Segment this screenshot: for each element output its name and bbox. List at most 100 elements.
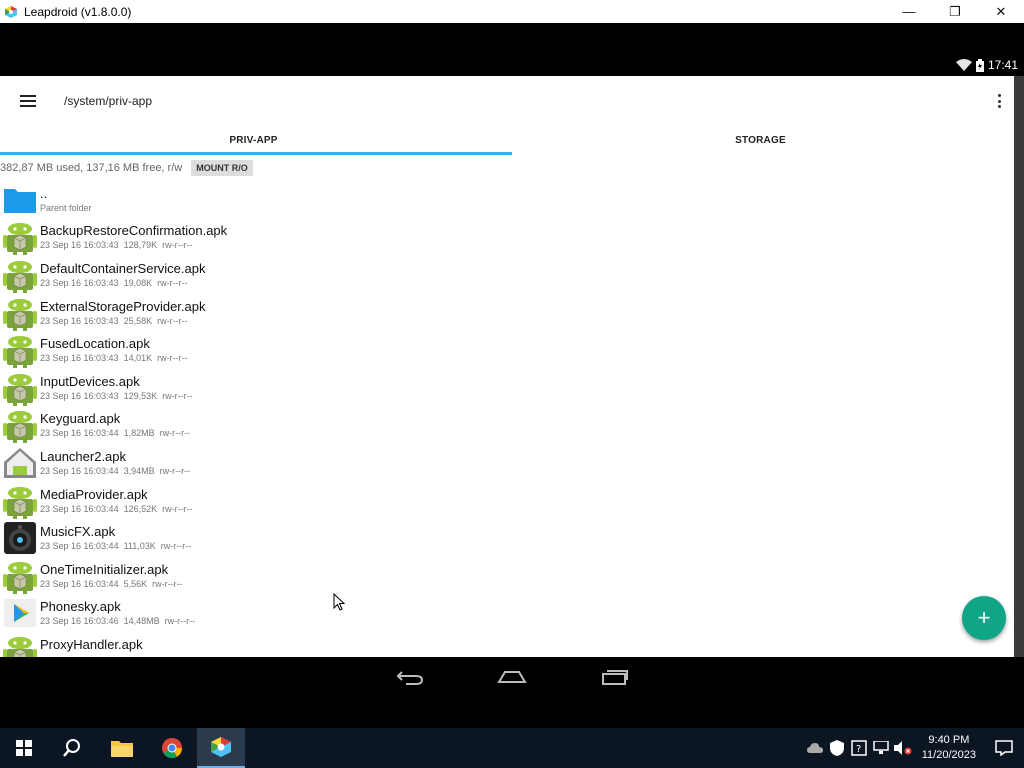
taskbar-clock[interactable]: 9:40 PM 11/20/2023	[922, 733, 976, 763]
file-list-item[interactable]: Launcher2.apk 23 Sep 16 16:03:44 3,94MB rw-…	[0, 444, 1014, 482]
shield-icon[interactable]	[826, 728, 848, 768]
file-date: 23 Sep 16 16:03:44	[40, 503, 119, 514]
file-date: 23 Sep 16 16:03:44	[40, 465, 119, 476]
search-button[interactable]	[48, 728, 96, 768]
file-perms: rw-r--r--	[159, 428, 191, 439]
file-name: MusicFX.apk	[40, 524, 116, 540]
file-perms: rw-r--r--	[162, 240, 193, 251]
speaker-icon	[2, 520, 38, 556]
file-list-item[interactable]: MusicFX.apk 23 Sep 16 16:03:44 111,03K rw-r…	[0, 519, 1014, 557]
back-icon	[396, 671, 424, 685]
parent-folder-item[interactable]: .. Parent folder	[0, 181, 1014, 219]
notifications-button[interactable]	[984, 728, 1024, 768]
file-date: 23 Sep 16 16:03:46	[40, 616, 119, 627]
onedrive-icon[interactable]	[804, 728, 826, 768]
file-text: OneTimeInitializer.apk 23 Sep 16 16:03:44…	[40, 562, 188, 590]
file-text: MusicFX.apk 23 Sep 16 16:03:44 111,03K rw-r…	[40, 524, 196, 552]
file-meta: 23 Sep 16 16:03:46 14,48MB rw-r--r--	[40, 615, 200, 627]
notification-icon	[995, 740, 1013, 756]
file-meta: 23 Sep 16 16:03:44 5,56K rw-r--r--	[40, 578, 188, 590]
file-list-item[interactable]: ExternalStorageProvider.apk 23 Sep 16 16:…	[0, 294, 1014, 332]
file-name: InputDevices.apk	[40, 373, 140, 389]
hamburger-menu-button[interactable]	[0, 76, 56, 126]
file-size: 19,08K	[123, 277, 153, 288]
file-list-item[interactable]: FusedLocation.apk 23 Sep 16 16:03:43 14,01…	[0, 331, 1014, 369]
taskbar-date: 11/20/2023	[921, 749, 976, 761]
launcher-home-icon	[2, 445, 38, 481]
file-perms: rw-r--r--	[152, 578, 183, 589]
leapdroid-logo-icon	[5, 5, 17, 18]
chrome-taskbar-button[interactable]	[148, 728, 196, 768]
file-date: Parent folder	[40, 202, 92, 213]
home-icon	[497, 671, 527, 683]
android-apk-icon	[2, 558, 38, 594]
window-side-strip	[1014, 76, 1024, 673]
file-perms: rw-r--r--	[157, 353, 188, 364]
android-apk-icon	[2, 257, 38, 293]
file-name: Keyguard.apk	[40, 411, 121, 427]
windows-logo-icon	[16, 740, 32, 756]
mount-ro-button[interactable]: MOUNT R/O	[191, 160, 253, 176]
file-size: 129,53K	[123, 390, 158, 401]
file-name: FusedLocation.apk	[40, 336, 150, 352]
home-button[interactable]	[492, 667, 532, 687]
file-name: ProxyHandler.apk	[40, 636, 143, 652]
minimize-button[interactable]: —	[886, 0, 932, 23]
window-titlebar: Leapdroid (v1.8.0.0) — ❐ ✕	[0, 0, 1024, 23]
file-list-item[interactable]: BackupRestoreConfirmation.apk 23 Sep 16 1…	[0, 219, 1014, 257]
file-meta: 23 Sep 16 16:03:43 14,01K rw-r--r--	[40, 352, 193, 364]
file-size: 14,01K	[123, 353, 153, 364]
wifi-icon	[955, 59, 972, 71]
file-text: Phonesky.apk 23 Sep 16 16:03:46 14,48MB rw-…	[40, 599, 200, 627]
add-fab-button[interactable]: +	[962, 596, 1006, 640]
recents-icon	[602, 670, 628, 685]
file-list-item[interactable]: DefaultContainerService.apk 23 Sep 16 16:…	[0, 256, 1014, 294]
tab-storage[interactable]: STORAGE	[507, 126, 1014, 155]
restore-button[interactable]: ❐	[932, 0, 978, 23]
android-nav-bar	[0, 657, 1024, 728]
search-icon	[63, 739, 80, 757]
start-button[interactable]	[0, 728, 48, 768]
file-perms: rw-r--r--	[162, 503, 193, 514]
tab-priv-app[interactable]: PRIV-APP	[0, 126, 507, 155]
back-button[interactable]	[390, 667, 430, 687]
leapdroid-taskbar-button[interactable]	[197, 728, 245, 768]
file-text: InputDevices.apk 23 Sep 16 16:03:43 129,53…	[40, 374, 198, 402]
file-explorer-taskbar-button[interactable]	[98, 728, 146, 768]
android-apk-icon	[2, 332, 38, 369]
file-list-item[interactable]: ProxyHandler.apk	[0, 632, 1014, 657]
system-tray: ? 9:40 PM 11/20/2023	[804, 728, 1024, 768]
file-size: 1,82MB	[123, 428, 155, 439]
play-store-icon	[2, 595, 38, 631]
volume-muted-icon[interactable]	[892, 728, 914, 768]
file-text: FusedLocation.apk 23 Sep 16 16:03:43 14,01…	[40, 336, 193, 364]
file-meta: 23 Sep 16 16:03:43 128,79K rw-r--r--	[40, 239, 227, 251]
tab-bar: PRIV-APP STORAGE	[0, 126, 1014, 155]
file-size: 5,56K	[123, 578, 148, 589]
close-button[interactable]: ✕	[978, 0, 1024, 23]
taskbar-time: 9:40 PM	[928, 734, 970, 746]
windows-taskbar: ? 9:40 PM 11/20/2023	[0, 728, 1024, 768]
file-name: OneTimeInitializer.apk	[40, 561, 169, 577]
file-perms: rw-r--r--	[164, 616, 196, 627]
overflow-menu-button[interactable]	[994, 90, 1004, 112]
file-list-item[interactable]: Keyguard.apk 23 Sep 16 16:03:44 1,82MB rw-r…	[0, 407, 1014, 445]
file-list-item[interactable]: Phonesky.apk 23 Sep 16 16:03:46 14,48MB rw-…	[0, 595, 1014, 633]
recents-button[interactable]	[595, 667, 635, 687]
app-toolbar: /system/priv-app	[0, 76, 1014, 126]
file-list-item[interactable]: MediaProvider.apk 23 Sep 16 16:03:44 126,5…	[0, 482, 1014, 520]
current-path: /system/priv-app	[64, 94, 153, 108]
file-meta: 23 Sep 16 16:03:44 126,52K rw-r--r--	[40, 503, 198, 515]
file-meta: 23 Sep 16 16:03:44 1,82MB rw-r--r--	[40, 427, 195, 439]
file-date: 23 Sep 16 16:03:43	[40, 240, 119, 251]
file-name: Phonesky.apk	[40, 599, 121, 615]
file-meta: 23 Sep 16 16:03:44 3,94MB rw-r--r--	[40, 465, 195, 477]
file-list-item[interactable]: OneTimeInitializer.apk 23 Sep 16 16:03:44…	[0, 557, 1014, 595]
android-apk-icon	[2, 407, 38, 444]
file-text: Keyguard.apk 23 Sep 16 16:03:44 1,82MB rw-r…	[40, 411, 195, 439]
file-list-item[interactable]: InputDevices.apk 23 Sep 16 16:03:43 129,53…	[0, 369, 1014, 407]
file-text: ProxyHandler.apk	[40, 637, 143, 657]
android-apk-icon	[2, 370, 38, 406]
network-icon[interactable]	[870, 728, 892, 768]
help-icon[interactable]: ?	[848, 728, 870, 768]
